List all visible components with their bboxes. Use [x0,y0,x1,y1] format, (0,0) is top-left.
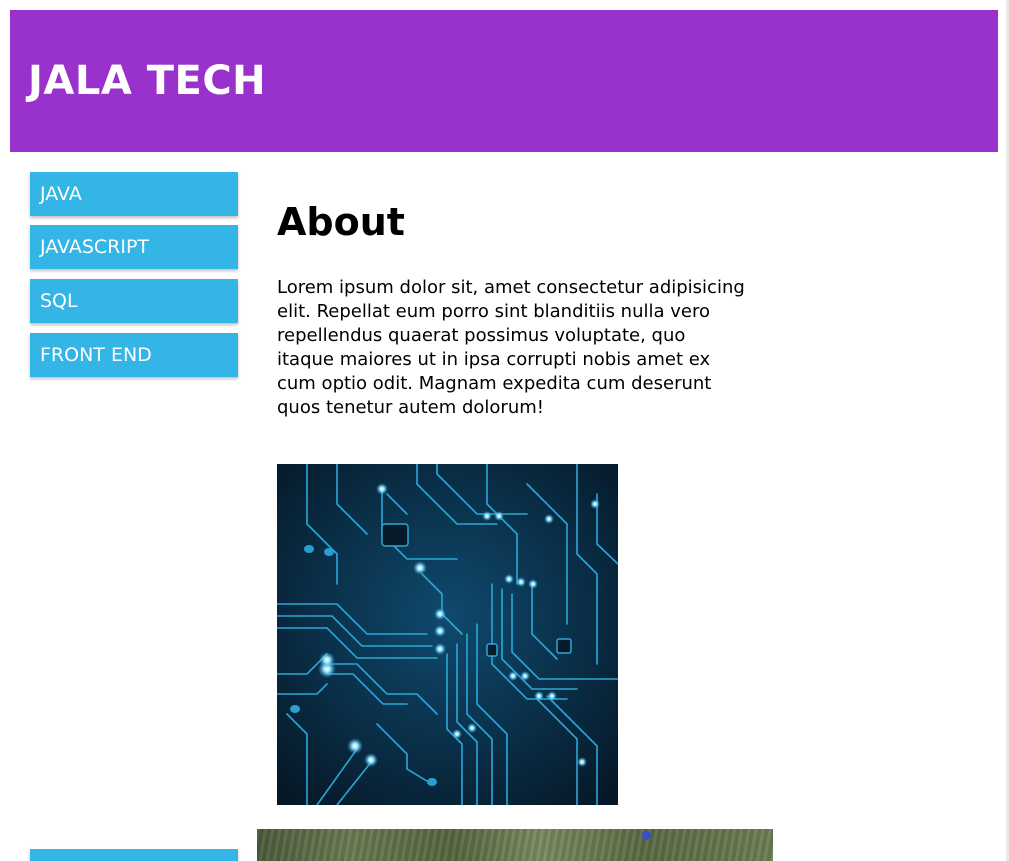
site-title: JALA TECH [28,58,267,104]
about-paragraph: Lorem ipsum dolor sit, amet consectetur … [277,277,745,418]
sidebar-item-label: JAVASCRIPT [40,236,150,258]
sidebar-item-java[interactable]: JAVA [30,172,238,216]
sidebar-item-sql[interactable]: SQL [30,279,238,323]
circuit-board-image [277,464,618,805]
sidebar-item-label: SQL [40,290,78,312]
grass-image [257,829,773,861]
sidebar-item-front-end[interactable]: FRONT END [30,333,238,377]
sidebar-item-label: JAVA [40,183,82,205]
sidebar-item-javascript[interactable]: JAVASCRIPT [30,225,238,269]
about-heading: About [277,200,405,244]
flower-detail [642,831,651,840]
page: JALA TECH JAVA JAVASCRIPT SQL FRONT END … [0,0,1009,861]
sidebar-item-label: FRONT END [40,344,152,366]
site-header: JALA TECH [10,10,998,152]
sidebar-item-partial[interactable] [30,849,238,861]
